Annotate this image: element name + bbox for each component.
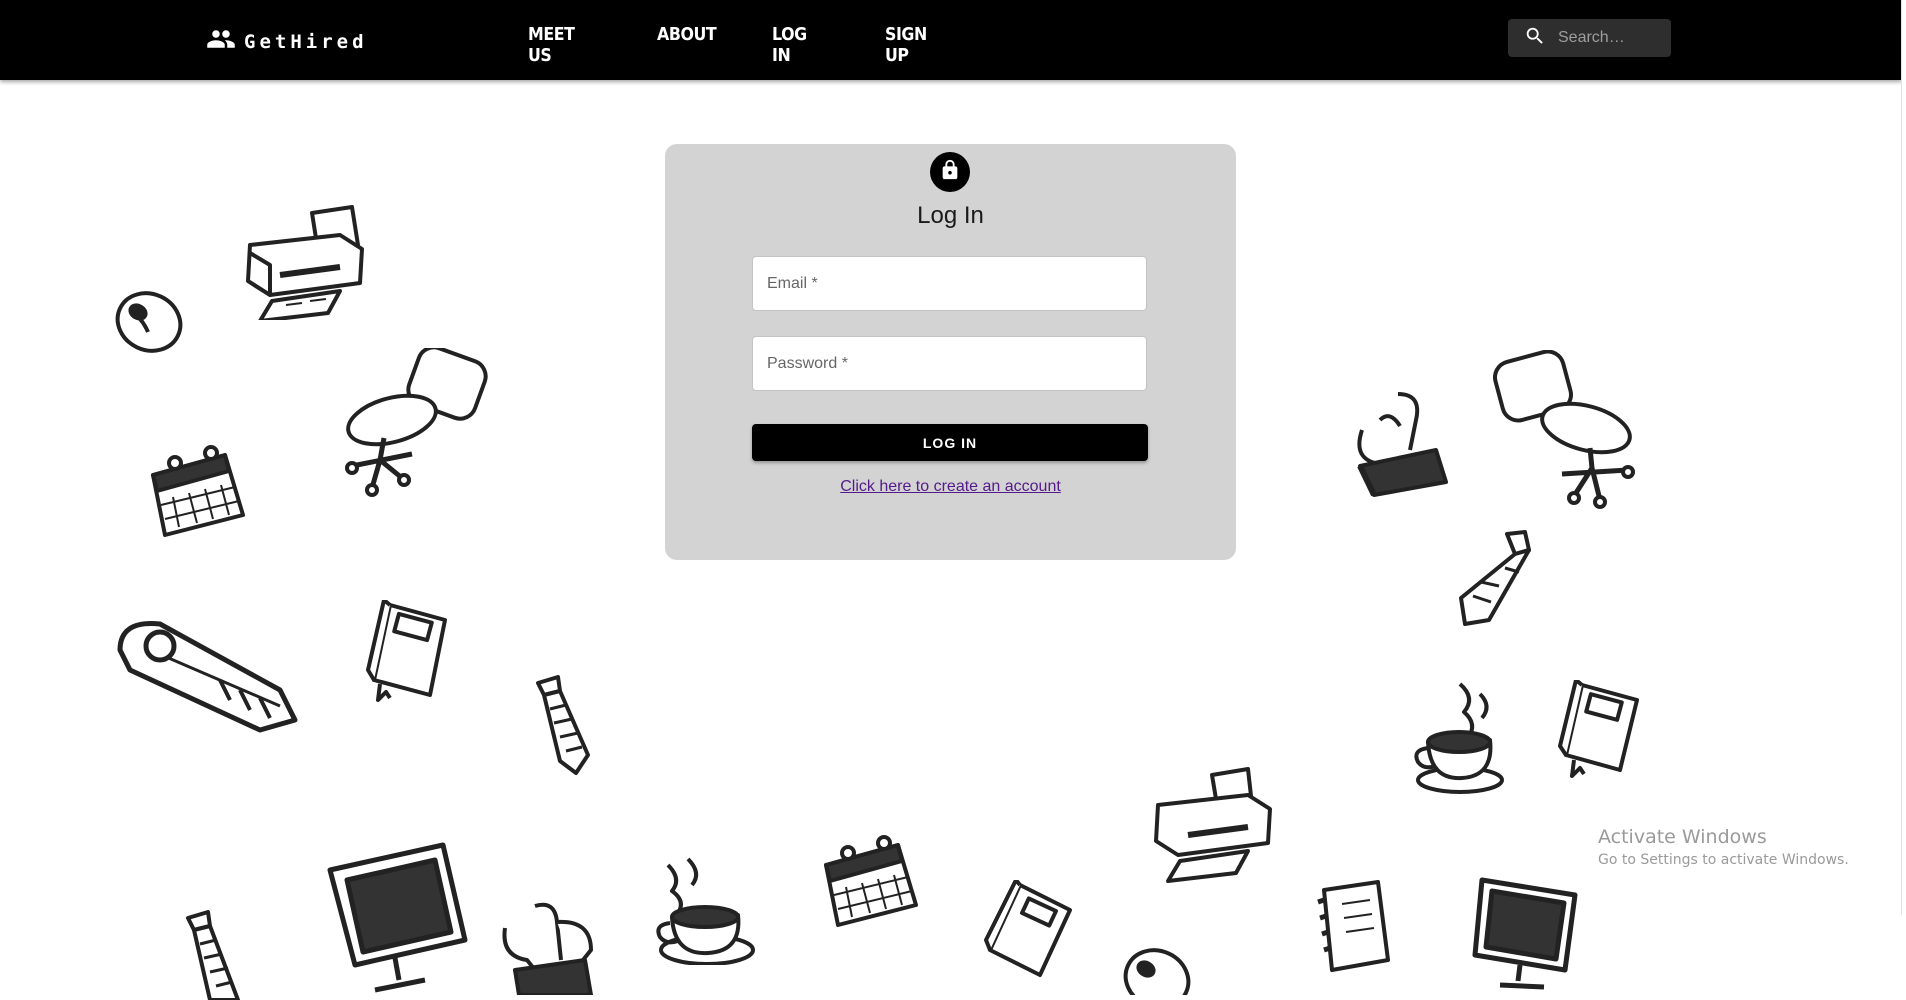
printer-doodle [246, 205, 364, 320]
nav-about[interactable]: ABOUT [657, 24, 717, 45]
coffee-cup-doodle [1414, 682, 1504, 794]
mouse-doodle [115, 291, 183, 353]
nav-log-in[interactable]: LOG IN [772, 24, 807, 66]
password-input[interactable] [753, 337, 1146, 390]
calendar-doodle [151, 445, 245, 537]
office-chair-doodle [1493, 350, 1635, 509]
tie-doodle [536, 675, 590, 775]
login-card: Log In LOG IN Click here to create an ac… [665, 144, 1236, 560]
notebook-doodle [1558, 680, 1639, 778]
box-cutter-doodle [117, 621, 298, 733]
login-button[interactable]: LOG IN [752, 424, 1148, 461]
create-account-link[interactable]: Click here to create an account [665, 478, 1236, 496]
mouse-doodle [1123, 948, 1191, 995]
watermark-title: Activate Windows [1598, 826, 1767, 848]
notepad-doodle [1317, 880, 1390, 972]
people-icon [206, 24, 236, 59]
search-box[interactable] [1508, 19, 1671, 57]
binder-clip-doodle [502, 902, 593, 995]
tie-doodle [186, 910, 240, 1000]
monitor-doodle [327, 842, 468, 993]
search-input[interactable] [1556, 28, 1670, 48]
page-scrollbar[interactable] [1901, 0, 1906, 915]
binder-clip-doodle [1357, 392, 1448, 497]
notebook-doodle [984, 880, 1072, 977]
watermark-subtitle: Go to Settings to activate Windows. [1598, 852, 1849, 868]
lock-avatar [930, 152, 970, 192]
lock-icon [939, 159, 961, 186]
login-title: Log In [917, 202, 984, 229]
office-chair-doodle [345, 348, 488, 497]
nav-sign-up[interactable]: SIGN UP [885, 24, 927, 66]
email-input[interactable] [753, 257, 1146, 310]
coffee-cup-doodle [656, 857, 755, 965]
calendar-doodle [824, 835, 918, 927]
nav-meet-us[interactable]: MEET US [528, 24, 575, 66]
brand-name: GetHired [244, 30, 368, 53]
search-icon [1508, 25, 1546, 52]
monitor-doodle [1472, 877, 1578, 990]
email-field[interactable] [752, 256, 1147, 311]
top-navigation-bar: GetHired MEET US ABOUT LOG IN SIGN UP [0, 0, 1902, 80]
brand-logo[interactable]: GetHired [206, 24, 368, 59]
password-field[interactable] [752, 336, 1147, 391]
tie-doodle [1459, 530, 1531, 626]
activate-windows-watermark: Activate Windows Go to Settings to activ… [1598, 826, 1849, 868]
printer-doodle [1154, 767, 1272, 883]
notebook-doodle [366, 600, 447, 702]
